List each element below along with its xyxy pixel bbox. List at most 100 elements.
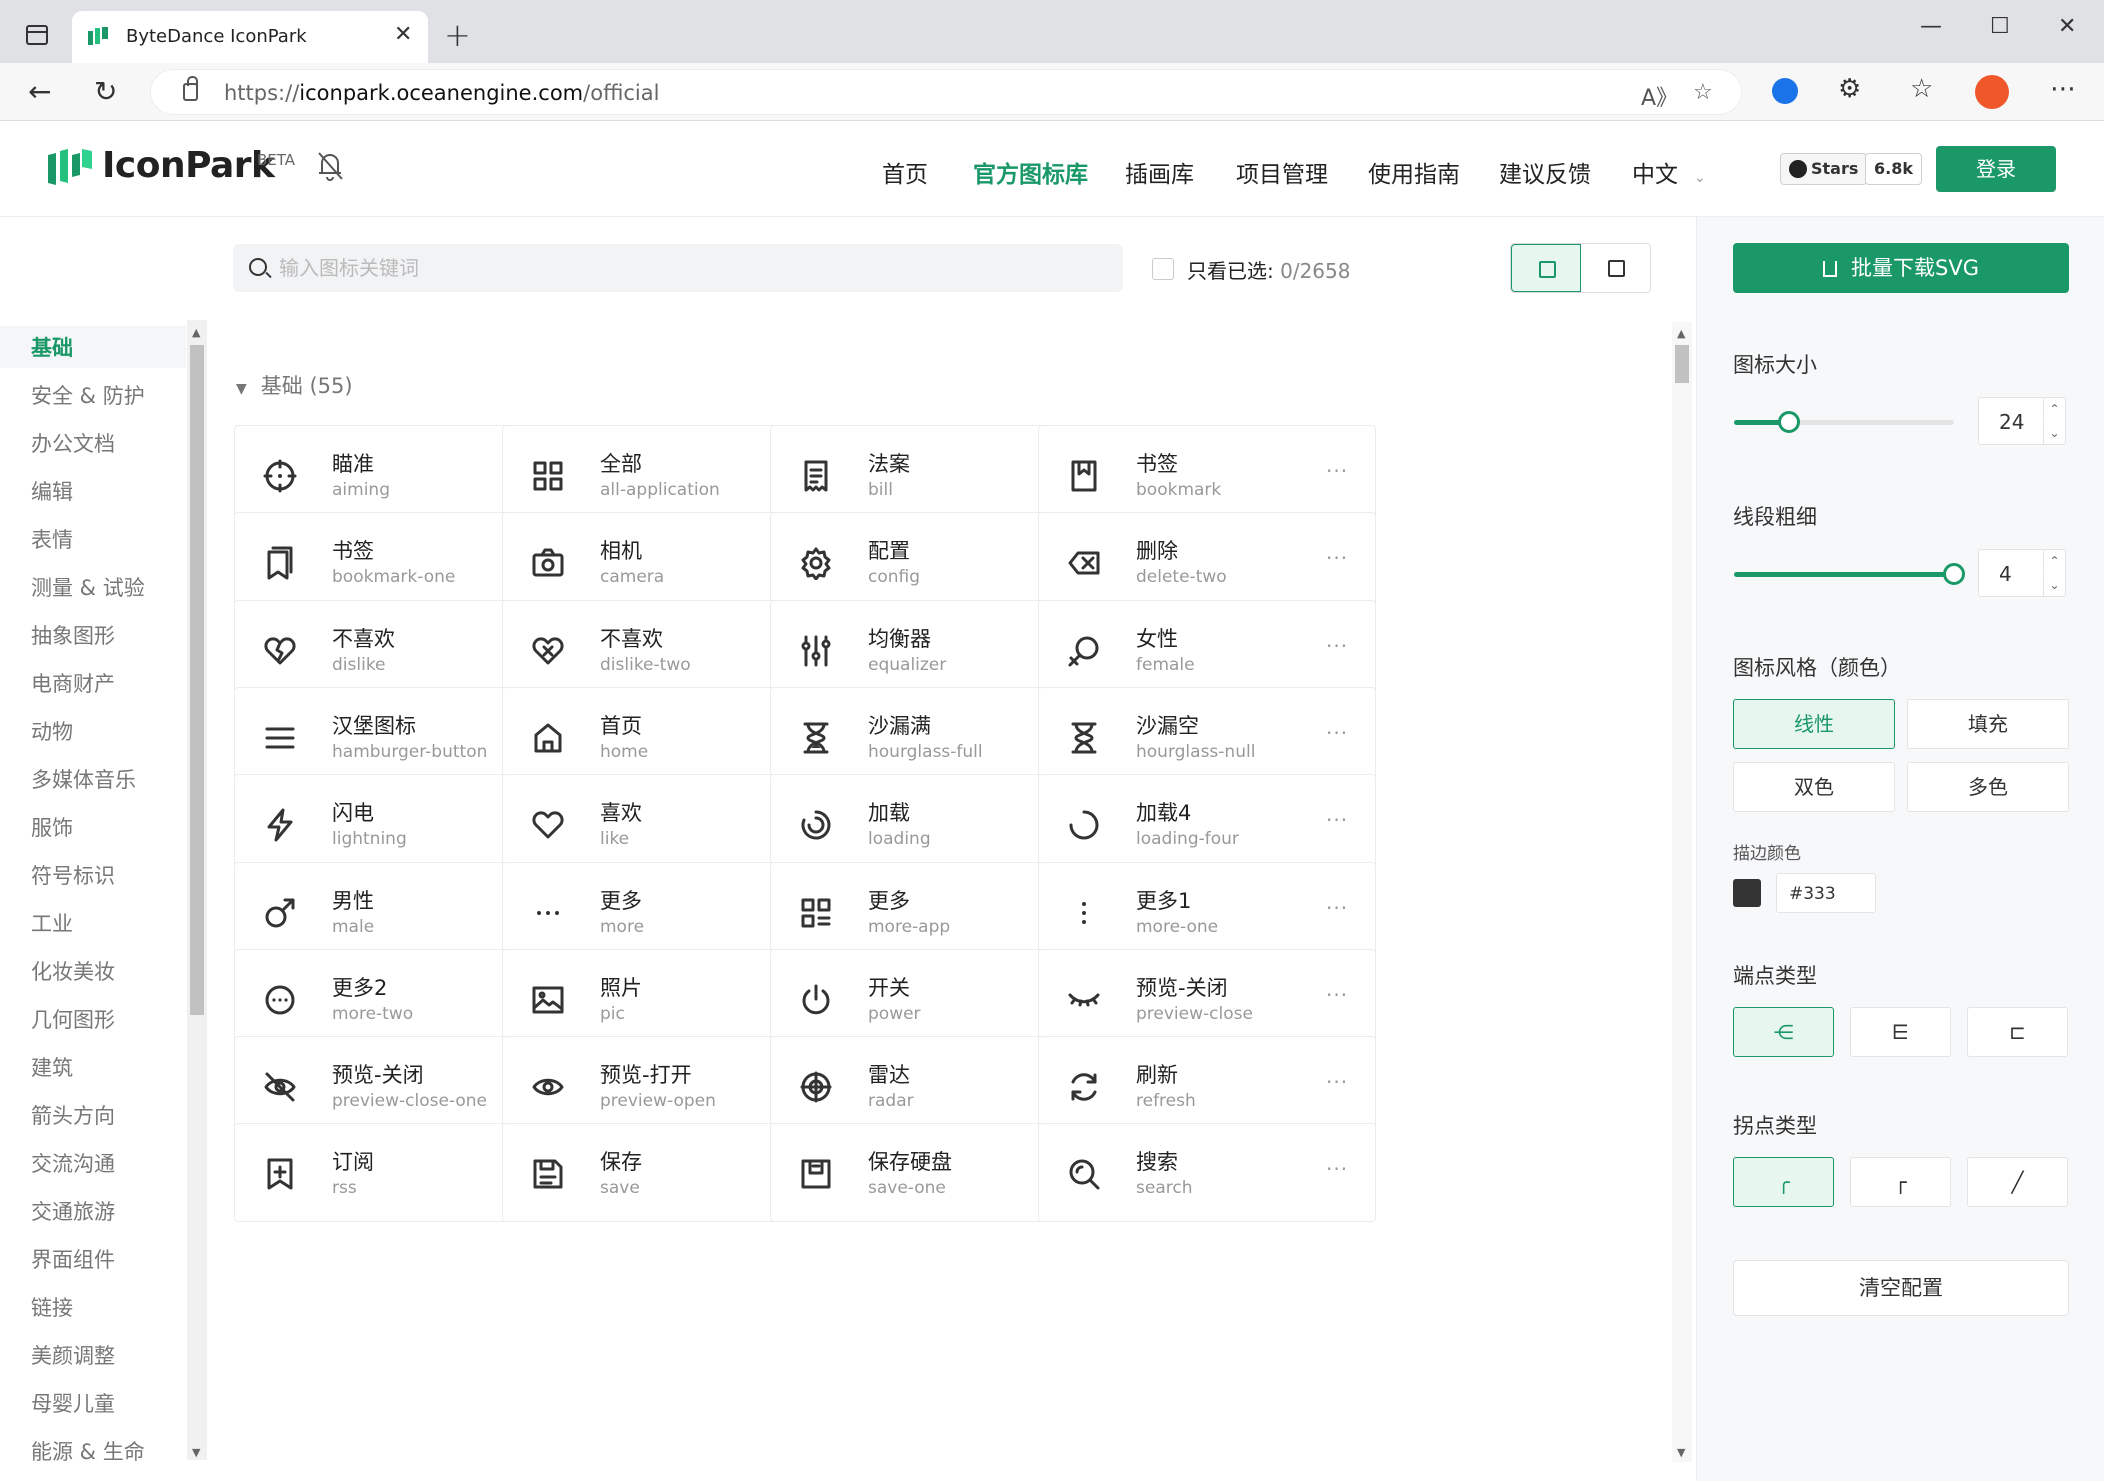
join-miter-button[interactable]: ┌ xyxy=(1850,1157,1951,1207)
stroke-slider-handle[interactable] xyxy=(1943,563,1965,585)
icon-card[interactable]: 加载4 loading-four ··· xyxy=(1038,774,1376,873)
category-item[interactable]: 能源 & 生命 xyxy=(31,1436,145,1466)
card-more-icon[interactable]: ··· xyxy=(1326,721,1348,745)
brand-name[interactable]: IconPark xyxy=(102,145,275,186)
back-icon[interactable]: ← xyxy=(28,75,51,108)
category-item[interactable]: 办公文档 xyxy=(31,428,115,458)
profile-avatar[interactable] xyxy=(1975,75,2009,109)
style-filled-button[interactable]: 填充 xyxy=(1907,699,2069,749)
icon-card[interactable]: 删除 delete-two ··· xyxy=(1038,512,1376,611)
category-scrollbar-thumb[interactable] xyxy=(190,345,204,1015)
category-item[interactable]: 交流沟通 xyxy=(31,1148,115,1178)
card-more-icon[interactable]: ··· xyxy=(1326,1070,1348,1094)
github-stars-button[interactable]: Stars xyxy=(1780,153,1868,185)
cap-butt-button[interactable]: ⋿ xyxy=(1850,1007,1951,1057)
extensions-icon[interactable]: ⚙ xyxy=(1838,74,1861,104)
category-item[interactable]: 抽象图形 xyxy=(31,620,115,650)
increment-icon[interactable]: ⌃ xyxy=(2043,550,2065,573)
category-item[interactable]: 工业 xyxy=(31,908,73,938)
bell-off-icon[interactable] xyxy=(315,149,345,183)
size-slider-handle[interactable] xyxy=(1778,411,1800,433)
style-multi-color-button[interactable]: 多色 xyxy=(1907,762,2069,812)
scroll-up-icon[interactable]: ▲ xyxy=(192,326,200,339)
card-more-icon[interactable]: ··· xyxy=(1326,634,1348,658)
read-aloud-icon[interactable]: A》 xyxy=(1641,80,1678,112)
icon-card[interactable]: 预览-关闭 preview-close ··· xyxy=(1038,949,1376,1048)
reload-icon[interactable]: ↻ xyxy=(94,75,117,108)
tab-actions-icon[interactable] xyxy=(26,25,48,45)
card-more-icon[interactable]: ··· xyxy=(1326,896,1348,920)
browser-tab[interactable]: ByteDance IconPark ✕ xyxy=(72,11,428,63)
decrement-icon[interactable]: ⌄ xyxy=(2043,574,2065,597)
icon-card[interactable]: 搜索 search ··· xyxy=(1038,1123,1376,1222)
category-item[interactable]: 动物 xyxy=(31,716,73,746)
category-item[interactable]: 母婴儿童 xyxy=(31,1388,115,1418)
card-more-icon[interactable]: ··· xyxy=(1326,459,1348,483)
category-item[interactable]: 链接 xyxy=(31,1292,73,1322)
cap-square-button[interactable]: ⊏ xyxy=(1967,1007,2068,1057)
category-item[interactable]: 几何图形 xyxy=(31,1004,115,1034)
category-item[interactable]: 化妆美妆 xyxy=(31,956,115,986)
maximize-icon[interactable]: ☐ xyxy=(1990,14,2010,39)
category-item[interactable]: 表情 xyxy=(31,524,73,554)
category-item[interactable]: 编辑 xyxy=(31,476,73,506)
list-view-button[interactable] xyxy=(1511,244,1581,292)
card-more-icon[interactable]: ··· xyxy=(1326,1157,1348,1181)
nav-home[interactable]: 首页 xyxy=(882,155,928,189)
icon-card[interactable]: 沙漏空 hourglass-null ··· xyxy=(1038,687,1376,786)
category-item[interactable]: 多媒体音乐 xyxy=(31,764,136,794)
icon-card[interactable]: 女性 female ··· xyxy=(1038,600,1376,699)
category-item[interactable]: 交通旅游 xyxy=(31,1196,115,1226)
category-item[interactable]: 测量 & 试验 xyxy=(31,572,145,602)
scroll-down-icon[interactable]: ▼ xyxy=(192,1446,200,1459)
card-more-icon[interactable]: ··· xyxy=(1326,546,1348,570)
nav-official-icons[interactable]: 官方图标库 xyxy=(973,155,1088,189)
category-item[interactable]: 建筑 xyxy=(31,1052,73,1082)
search-box[interactable] xyxy=(233,244,1123,292)
category-item[interactable]: 基础 xyxy=(31,332,73,362)
increment-icon[interactable]: ⌃ xyxy=(2043,398,2065,421)
stroke-width-input[interactable]: 4 ⌃ ⌄ xyxy=(1978,549,2066,597)
add-favorite-icon[interactable]: ☆ xyxy=(1693,80,1713,105)
window-close-icon[interactable]: ✕ xyxy=(2058,14,2076,39)
extension-icon[interactable] xyxy=(1772,78,1798,104)
join-round-button[interactable]: ╭ xyxy=(1733,1157,1834,1207)
close-tab-icon[interactable]: ✕ xyxy=(394,22,412,47)
iconpark-logo-icon[interactable] xyxy=(48,149,92,185)
stroke-color-input[interactable]: #333 xyxy=(1776,873,1876,913)
size-input[interactable]: 24 ⌃ ⌄ xyxy=(1978,397,2066,445)
category-item[interactable]: 箭头方向 xyxy=(31,1100,115,1130)
stroke-width-slider[interactable] xyxy=(1734,563,1965,585)
github-star-count[interactable]: 6.8k xyxy=(1865,153,1922,185)
icon-card[interactable]: 刷新 refresh ··· xyxy=(1038,1036,1376,1135)
nav-projects[interactable]: 项目管理 xyxy=(1236,155,1328,189)
only-selected-checkbox[interactable] xyxy=(1152,258,1174,280)
clear-config-button[interactable]: 清空配置 xyxy=(1733,1260,2069,1316)
language-select[interactable]: 中文 ⌄ xyxy=(1632,155,1706,189)
join-bevel-button[interactable]: ╱ xyxy=(1967,1157,2068,1207)
icon-card[interactable]: 更多1 more-one ··· xyxy=(1038,862,1376,961)
login-button[interactable]: 登录 xyxy=(1936,146,2056,192)
category-item[interactable]: 服饰 xyxy=(31,812,73,842)
nav-feedback[interactable]: 建议反馈 xyxy=(1499,155,1591,189)
main-scrollbar-thumb[interactable] xyxy=(1675,345,1689,383)
favorites-icon[interactable]: ☆ xyxy=(1910,74,1933,104)
main-scroll-up-icon[interactable]: ▲ xyxy=(1677,327,1685,340)
new-tab-icon[interactable]: + xyxy=(444,16,471,54)
address-bar[interactable]: https://iconpark.oceanengine.com/officia… xyxy=(150,69,1742,115)
style-outline-button[interactable]: 线性 xyxy=(1733,699,1895,749)
style-two-tone-button[interactable]: 双色 xyxy=(1733,762,1895,812)
menu-icon[interactable]: ⋯ xyxy=(2050,74,2076,104)
main-scroll-down-icon[interactable]: ▼ xyxy=(1677,1446,1685,1459)
category-item[interactable]: 界面组件 xyxy=(31,1244,115,1274)
category-item[interactable]: 美颜调整 xyxy=(31,1340,115,1370)
card-more-icon[interactable]: ··· xyxy=(1326,983,1348,1007)
nav-illustrations[interactable]: 插画库 xyxy=(1125,155,1194,189)
batch-download-button[interactable]: 批量下载SVG xyxy=(1733,243,2069,293)
only-selected-label[interactable]: 只看已选: 0/2658 xyxy=(1187,255,1350,284)
decrement-icon[interactable]: ⌄ xyxy=(2043,422,2065,445)
card-more-icon[interactable]: ··· xyxy=(1326,808,1348,832)
category-item[interactable]: 电商财产 xyxy=(31,668,115,698)
size-slider[interactable] xyxy=(1734,411,1954,433)
grid-view-button[interactable] xyxy=(1581,244,1651,292)
